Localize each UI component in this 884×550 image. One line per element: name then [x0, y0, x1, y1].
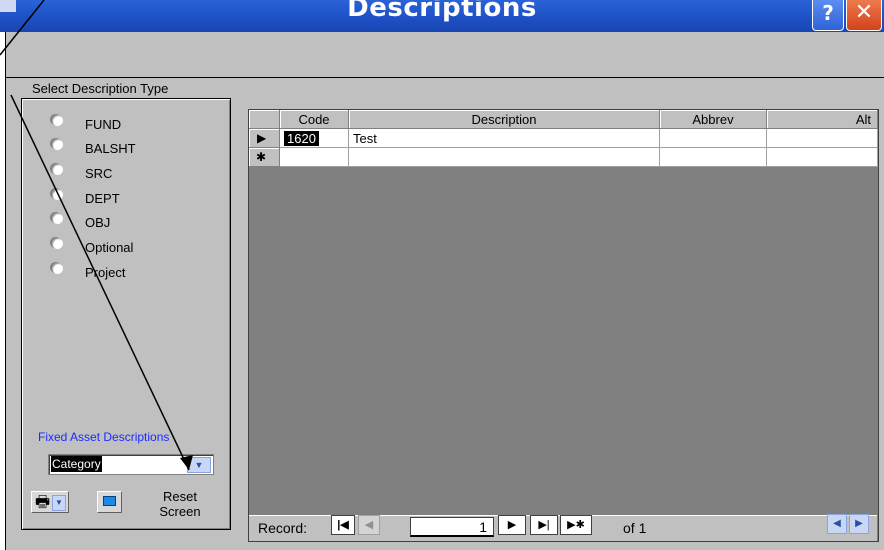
column-header-code[interactable]: Code: [280, 110, 349, 129]
radio-label-project[interactable]: Project: [85, 265, 125, 280]
radio-balsht[interactable]: [52, 139, 63, 150]
last-record-button[interactable]: ▶|: [530, 515, 558, 535]
scroll-left-button[interactable]: ◀: [827, 514, 847, 534]
descriptions-datasheet: Code Description Abbrev Alt ▶ 1620 Test …: [248, 109, 879, 542]
next-record-button[interactable]: ▶: [498, 515, 526, 535]
table-cell-alt[interactable]: [767, 129, 878, 148]
column-header-description[interactable]: Description: [349, 110, 660, 129]
record-count: of 1: [623, 520, 647, 536]
radio-fund[interactable]: [52, 115, 63, 126]
scroll-right-button[interactable]: ▶: [849, 514, 869, 534]
first-record-button[interactable]: |◀: [331, 515, 355, 535]
row-selector[interactable]: ▶: [249, 129, 280, 148]
last-record-icon: ▶|: [538, 519, 550, 531]
corner-selector[interactable]: [249, 110, 280, 129]
radio-label-fund[interactable]: FUND: [85, 117, 121, 132]
radio-label-src[interactable]: SRC: [85, 166, 112, 181]
category-combo[interactable]: Category ▼: [48, 454, 214, 475]
chevron-right-icon: ▶: [855, 518, 863, 529]
chevron-down-icon[interactable]: ▼: [52, 495, 66, 511]
table-cell-description[interactable]: [349, 148, 660, 167]
record-label: Record:: [258, 520, 308, 536]
first-record-icon: |◀: [337, 519, 349, 531]
print-button[interactable]: 🖶 ▼: [31, 491, 69, 513]
new-row-selector[interactable]: ✱: [249, 148, 280, 167]
next-record-icon: ▶: [507, 519, 517, 531]
chevron-left-icon: ◀: [833, 518, 841, 529]
printer-icon: 🖶: [35, 494, 51, 511]
radio-label-dept[interactable]: DEPT: [85, 191, 120, 206]
title-bar: Descriptions ? ✕: [0, 0, 884, 32]
prev-record-button[interactable]: ◀: [358, 515, 380, 535]
reset-label-line2: Screen: [159, 504, 201, 519]
code-value[interactable]: 1620: [284, 131, 319, 146]
form-header: [6, 32, 884, 78]
table-cell-abbrev[interactable]: [660, 129, 767, 148]
close-button[interactable]: ✕: [846, 0, 882, 31]
radio-obj[interactable]: [52, 213, 63, 224]
fixed-asset-label: Fixed Asset Descriptions: [38, 430, 170, 444]
current-record-input[interactable]: 1: [410, 517, 494, 537]
radio-label-optional[interactable]: Optional: [85, 240, 133, 255]
chevron-down-icon[interactable]: ▼: [187, 457, 211, 473]
radio-project[interactable]: [52, 263, 63, 274]
table-cell-code[interactable]: 1620: [280, 129, 349, 148]
table-cell-abbrev[interactable]: [660, 148, 767, 167]
category-value[interactable]: Category: [51, 456, 102, 472]
column-header-abbrev[interactable]: Abbrev: [660, 110, 767, 129]
table-cell-code[interactable]: [280, 148, 349, 167]
help-button[interactable]: ?: [812, 0, 844, 31]
screen-icon: [103, 496, 116, 506]
new-record-icon: ▶✱: [567, 519, 585, 531]
radio-optional[interactable]: [52, 238, 63, 249]
column-header-alt[interactable]: Alt: [767, 110, 878, 129]
table-cell-alt[interactable]: [767, 148, 878, 167]
preview-screen-button[interactable]: [97, 491, 122, 513]
reset-label-line1: Reset: [163, 489, 197, 504]
radio-label-obj[interactable]: OBJ: [85, 215, 110, 230]
reset-screen-button[interactable]: Reset Screen: [152, 489, 208, 519]
radio-label-balsht[interactable]: BALSHT: [85, 141, 136, 156]
new-record-button[interactable]: ▶✱: [560, 515, 592, 535]
radio-src[interactable]: [52, 164, 63, 175]
table-cell-description[interactable]: Test: [349, 129, 660, 148]
window-title: Descriptions: [347, 0, 537, 23]
prev-record-icon: ◀: [364, 519, 374, 531]
select-type-title: Select Description Type: [32, 81, 169, 96]
radio-dept[interactable]: [52, 189, 63, 200]
